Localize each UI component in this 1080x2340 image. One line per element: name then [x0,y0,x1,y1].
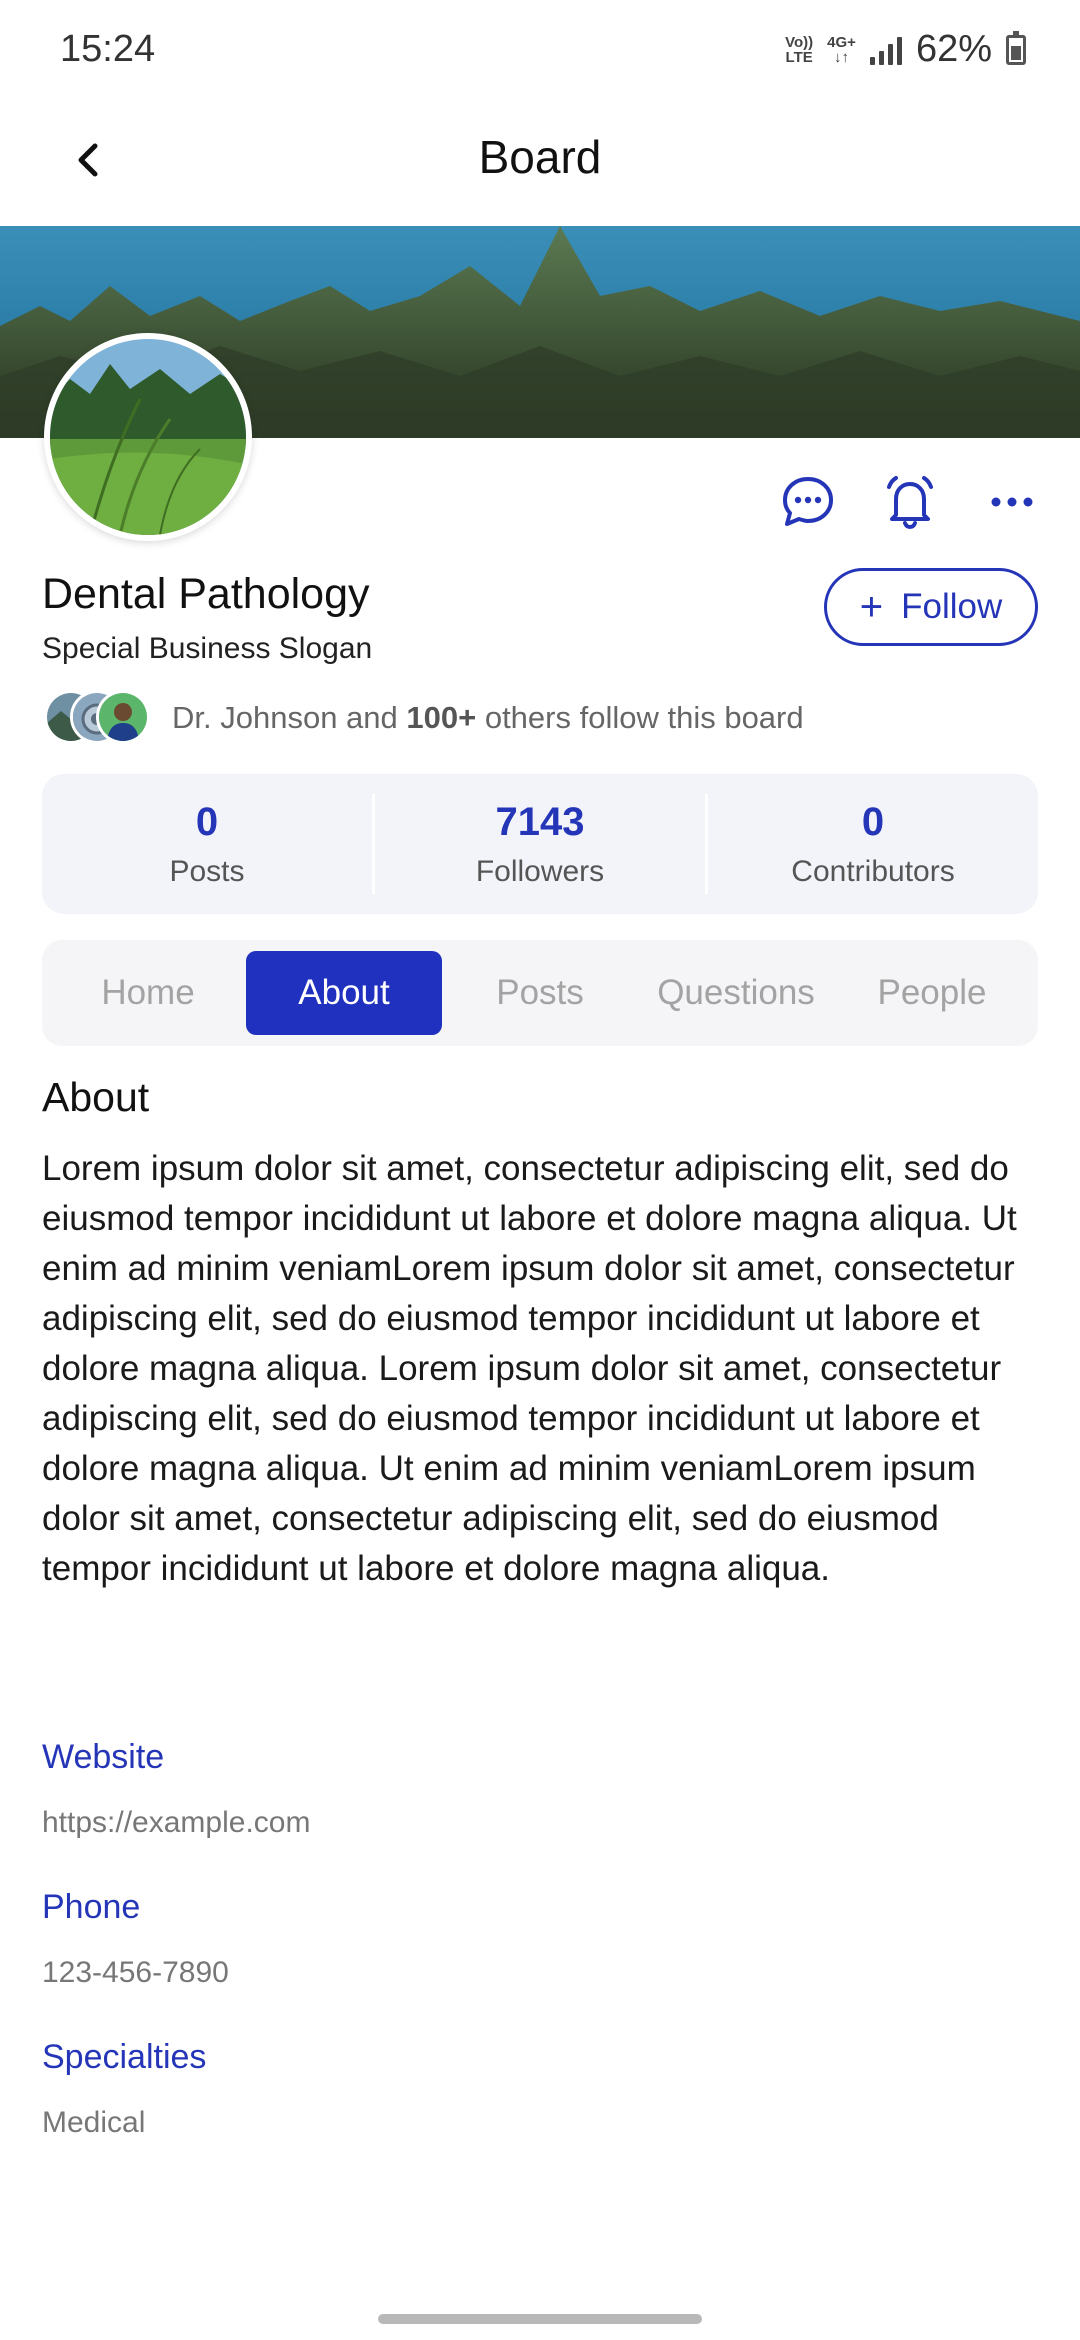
followers-summary[interactable]: Dr. Johnson and 100+ others follow this … [44,690,804,746]
status-bar: 15:24 Vo)) LTE 4G+ ↓↑ 62% [0,0,1080,100]
followers-text-pre: Dr. Johnson and [172,700,407,735]
battery-percent: 62% [915,28,992,70]
app-bar: Board [0,100,1080,226]
more-button[interactable] [980,470,1044,534]
follow-label: Follow [901,587,1003,626]
tab-people[interactable]: People [834,951,1030,1035]
chat-bubble-icon [783,477,833,526]
battery-icon [1006,30,1026,65]
stat-label: Posts [169,854,245,888]
specialties-value: Medical [42,2106,146,2139]
notification-button[interactable] [878,470,942,534]
board-actions [776,470,1044,534]
home-indicator[interactable] [378,2314,702,2324]
volte-top: Vo)) [785,33,814,51]
status-indicators: Vo)) LTE 4G+ ↓↑ 62% [785,28,1026,71]
tab-questions[interactable]: Questions [638,951,834,1035]
data-top: 4G+ [827,33,856,51]
tab-about[interactable]: About [246,951,442,1035]
stat-contributors[interactable]: 0 Contributors [708,774,1038,914]
tab-bar: Home About Posts Questions People [42,940,1038,1046]
message-button[interactable] [776,470,840,534]
page-title: Board [478,131,602,183]
stat-value: 7143 [495,799,585,844]
board-avatar [44,333,252,541]
about-heading: About [42,1074,150,1120]
bell-icon [887,476,933,530]
signal-icon [869,35,902,65]
board-name: Dental Pathology [42,570,370,618]
more-horizontal-icon [991,497,1033,507]
data-bottom: ↓↑ [834,48,850,66]
plus-icon: + [859,585,884,629]
volte-icon: Vo)) LTE [785,35,813,65]
tab-posts[interactable]: Posts [442,951,638,1035]
stat-label: Followers [475,854,605,888]
website-link[interactable]: https://example.com [42,1806,310,1840]
followers-text: Dr. Johnson and 100+ others follow this … [172,700,804,736]
stats-card: 0 Posts 7143 Followers 0 Contributors [42,774,1038,914]
follower-avatar [96,690,150,744]
board-slogan: Special Business Slogan [42,632,373,665]
status-time: 15:24 [60,28,156,70]
website-label: Website [42,1738,165,1776]
follow-button[interactable]: + Follow [824,568,1038,646]
follower-avatars [44,690,156,746]
phone-label: Phone [42,1888,141,1926]
stat-value: 0 [195,799,219,844]
specialties-label: Specialties [42,2038,207,2076]
mobile-data-icon: 4G+ ↓↑ [827,35,856,65]
stat-label: Contributors [791,854,955,888]
phone-value[interactable]: 123-456-7890 [42,1956,229,1990]
stat-followers[interactable]: 7143 Followers [375,774,705,914]
volte-bottom: LTE [785,48,813,66]
tab-home[interactable]: Home [50,951,246,1035]
about-description: Lorem ipsum dolor sit amet, consectetur … [42,1149,1017,1588]
stat-value: 0 [861,799,885,844]
followers-text-post: others follow this board [476,700,804,735]
followers-count: 100+ [406,700,477,735]
stat-posts[interactable]: 0 Posts [42,774,372,914]
